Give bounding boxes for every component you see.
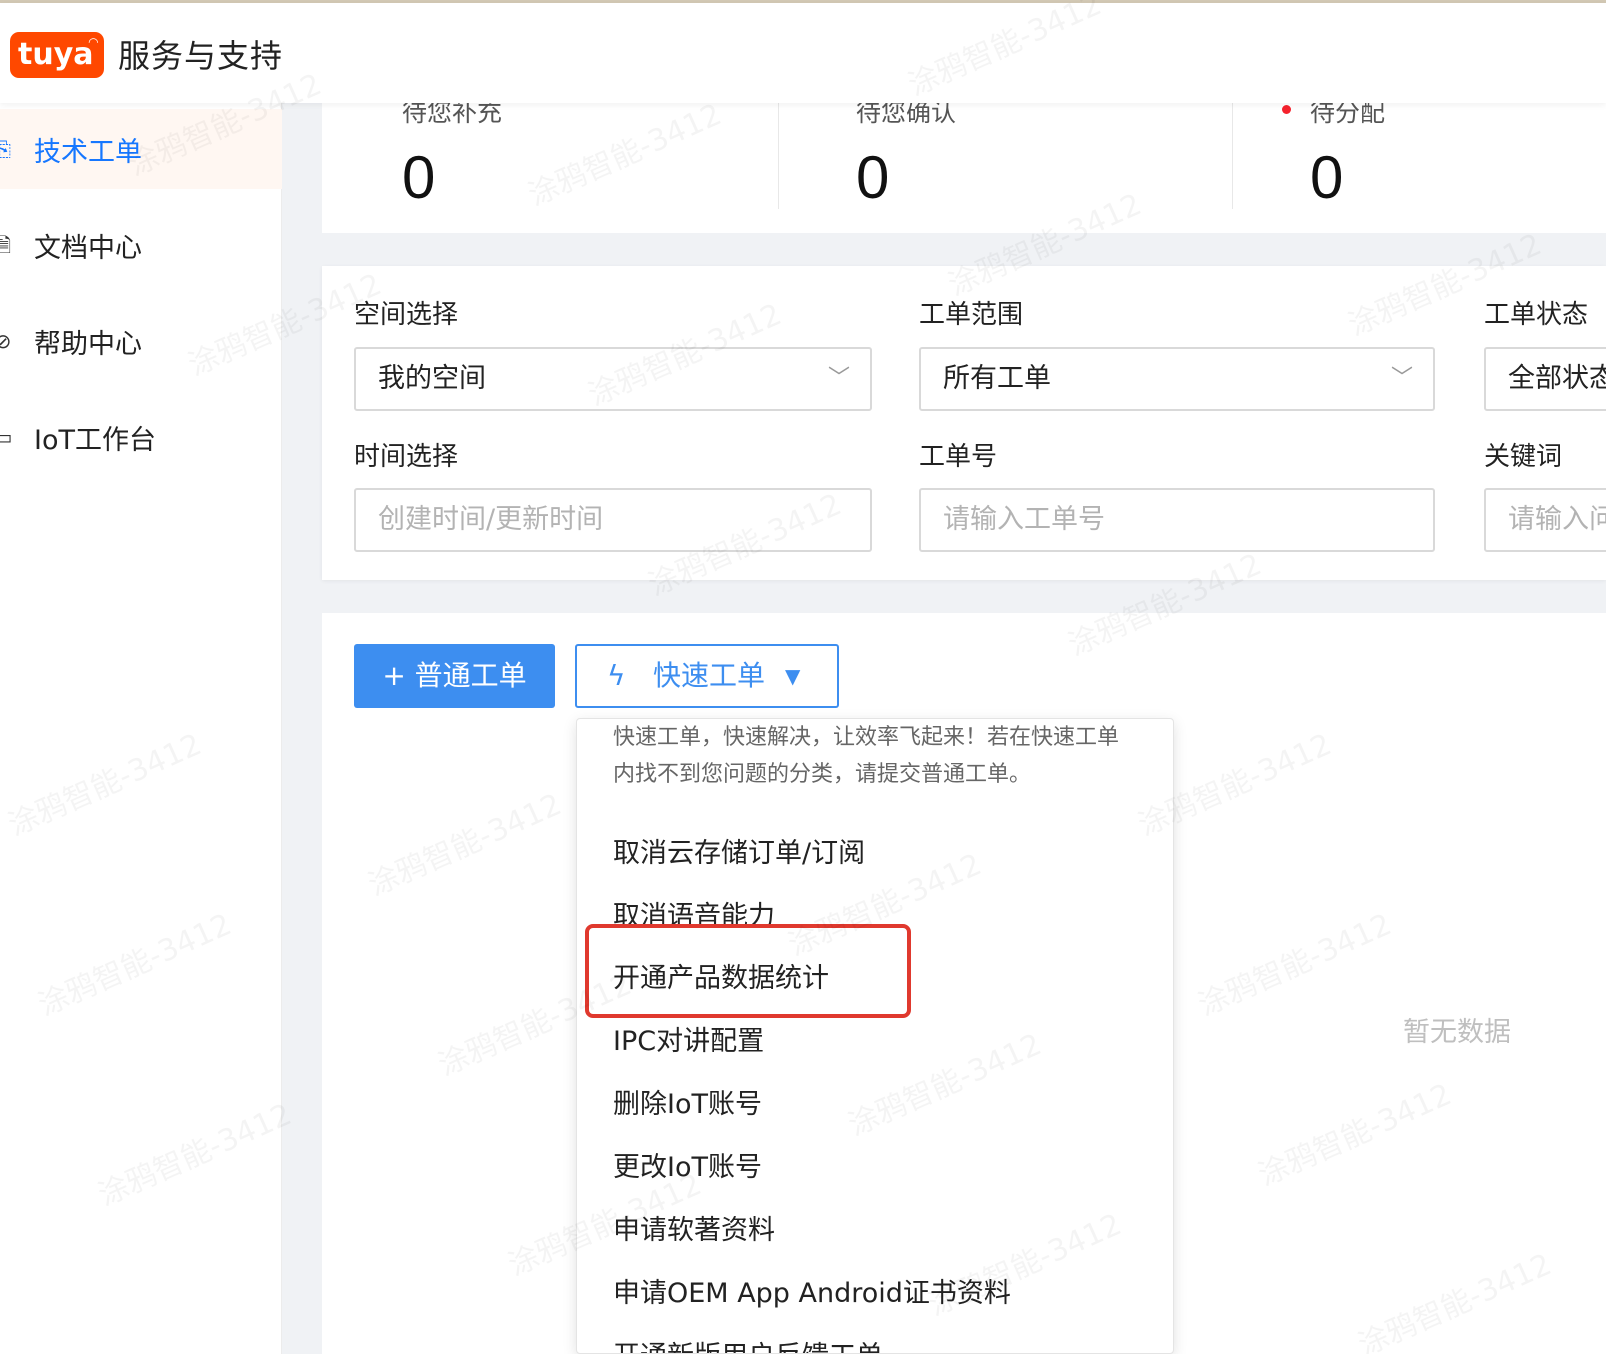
time-label: 时间选择 (354, 442, 459, 472)
sidebar-item-tech-ticket[interactable]: ⎘ 技术工单 (0, 109, 282, 189)
stat-value: 0 (856, 144, 890, 211)
site-title: 服务与支持 (118, 37, 284, 75)
stat-pending-supplement[interactable]: 待您补充 0 (322, 98, 776, 233)
wifi-icon: ◠ (88, 35, 98, 49)
scope-select[interactable]: 所有工单 ﹀ (919, 347, 1435, 411)
lightning-icon: ϟ (607, 659, 626, 692)
app-header: tuya ◠ 服务与支持 (0, 3, 1606, 103)
sidebar-item-label: 技术工单 (34, 136, 142, 168)
menu-item-software-copyright[interactable]: 申请软著资料 (613, 1208, 775, 1247)
sidebar-item-label: 文档中心 (34, 232, 142, 264)
sidebar-item-label: 帮助中心 (34, 328, 142, 360)
normal-ticket-button[interactable]: + 普通工单 (354, 644, 555, 708)
keyword-label: 关键词 (1484, 442, 1563, 472)
space-label: 空间选择 (354, 300, 459, 330)
stats-card: 待您补充 0 待您确认 0 待分配 0 (322, 98, 1606, 233)
status-select[interactable]: 全部状态 (1484, 347, 1606, 411)
time-range-input[interactable]: 创建时间/更新时间 (354, 488, 872, 552)
alert-dot (1282, 105, 1291, 114)
scope-label: 工单范围 (919, 300, 1024, 330)
menu-item-cancel-voice[interactable]: 取消语音能力 (613, 894, 775, 933)
stat-pending-assign[interactable]: 待分配 0 (1230, 98, 1606, 233)
ticket-no-placeholder: 请输入工单号 (943, 504, 1105, 535)
space-select[interactable]: 我的空间 ﹀ (354, 347, 872, 411)
help-icon: ⊘ (0, 329, 12, 353)
menu-item-enable-data-stats[interactable]: 开通产品数据统计 (613, 956, 829, 995)
stat-value: 0 (402, 144, 436, 211)
sidebar-item-label: IoT工作台 (34, 424, 156, 456)
menu-item-delete-iot-account[interactable]: 删除IoT账号 (613, 1082, 762, 1121)
document-icon: 🗎 (0, 233, 12, 257)
quick-ticket-description: 快速工单，快速解决，让效率飞起来！若在快速工单内找不到您问题的分类，请提交普通工… (613, 725, 1120, 787)
sidebar-item-docs[interactable]: 🗎 文档中心 (0, 205, 282, 285)
quick-ticket-label: 快速工单 (653, 659, 766, 692)
logo-text: tuya (18, 37, 94, 72)
status-select-value: 全部状态 (1508, 363, 1606, 394)
keyword-input[interactable]: 请输入问题 (1484, 488, 1606, 552)
ticket-no-input[interactable]: 请输入工单号 (919, 488, 1435, 552)
time-range-placeholder: 创建时间/更新时间 (378, 504, 604, 535)
caret-down-icon: ▼ (785, 664, 801, 688)
keyword-placeholder: 请输入问题 (1508, 504, 1606, 535)
menu-item-ipc-intercom[interactable]: IPC对讲配置 (613, 1019, 764, 1058)
status-label: 工单状态 (1484, 300, 1589, 330)
sidebar: ⎘ 技术工单 🗎 文档中心 ⊘ 帮助中心 ▭ IoT工作台 (0, 103, 282, 1354)
space-select-value: 我的空间 (378, 363, 486, 394)
sidebar-item-help[interactable]: ⊘ 帮助中心 (0, 301, 282, 381)
ticket-no-label: 工单号 (919, 442, 998, 472)
menu-item-change-iot-account[interactable]: 更改IoT账号 (613, 1145, 762, 1184)
tuya-logo[interactable]: tuya ◠ (10, 32, 104, 78)
chevron-down-icon: ﹀ (1390, 366, 1413, 391)
menu-item-new-feedback-ticket[interactable]: 开通新版用户反馈工单 (613, 1334, 883, 1353)
sidebar-item-iot-workbench[interactable]: ▭ IoT工作台 (0, 397, 282, 477)
ticket-icon: ⎘ (0, 137, 11, 161)
filter-card: 空间选择 我的空间 ﹀ 工单范围 所有工单 ﹀ 工单状态 全部状态 时间选择 创… (322, 266, 1606, 580)
stat-value: 0 (1310, 144, 1344, 211)
chevron-down-icon: ﹀ (827, 366, 850, 391)
empty-state-text: 暂无数据 (1403, 1017, 1511, 1048)
quick-ticket-button[interactable]: ϟ 快速工单 ▼ (575, 644, 839, 708)
menu-item-oem-android-cert[interactable]: 申请OEM App Android证书资料 (613, 1271, 1011, 1310)
quick-ticket-dropdown: 快速工单，快速解决，让效率飞起来！若在快速工单内找不到您问题的分类，请提交普通工… (576, 718, 1174, 1354)
stat-pending-confirm[interactable]: 待您确认 0 (776, 98, 1230, 233)
workbench-icon: ▭ (0, 425, 13, 449)
scope-select-value: 所有工单 (943, 363, 1051, 394)
menu-item-cancel-cloud-storage[interactable]: 取消云存储订单/订阅 (613, 831, 865, 870)
